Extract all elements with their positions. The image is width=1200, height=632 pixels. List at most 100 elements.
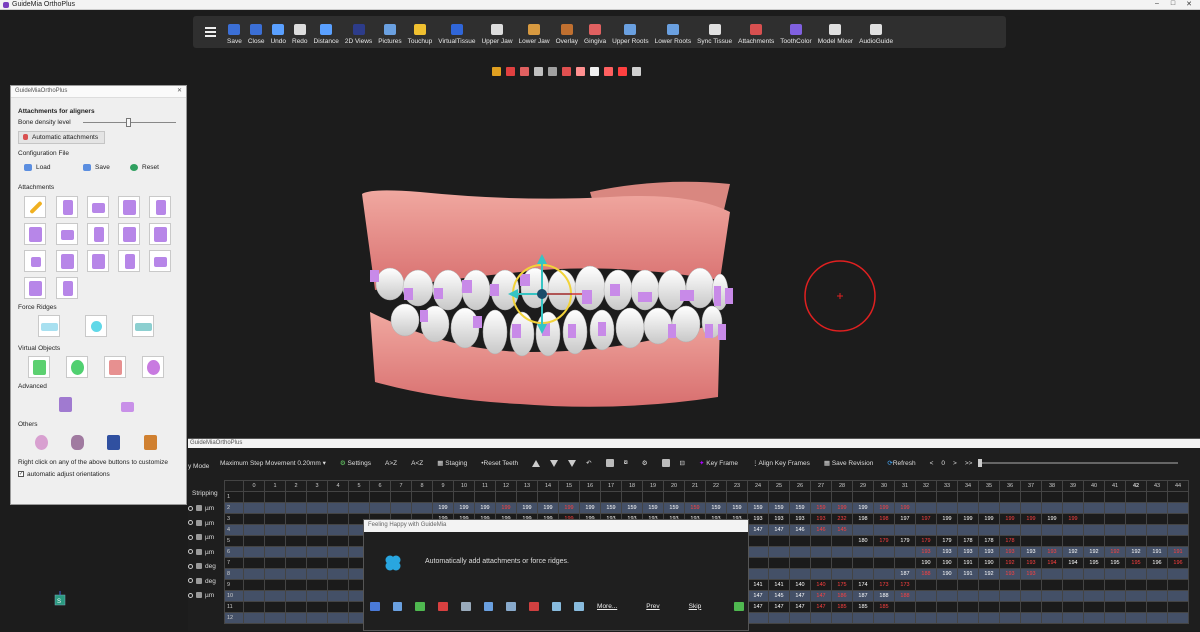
grid-cell[interactable] xyxy=(243,579,265,591)
column-header[interactable]: 16 xyxy=(579,480,601,492)
grid-cell[interactable] xyxy=(264,590,286,602)
grid-cell[interactable] xyxy=(915,579,937,591)
grid-cell[interactable] xyxy=(1020,535,1042,547)
grid-cell[interactable]: 193 xyxy=(1020,557,1042,569)
grid-cell[interactable] xyxy=(999,590,1021,602)
toolbar-distance-button[interactable]: Distance xyxy=(311,16,342,48)
column-header[interactable]: 44 xyxy=(1167,480,1189,492)
grid-cell[interactable] xyxy=(1020,579,1042,591)
grid-cell[interactable] xyxy=(306,601,328,613)
grid-cell[interactable] xyxy=(1041,612,1063,624)
grid-cell[interactable]: 178 xyxy=(957,535,979,547)
attachment-shape-10-button[interactable] xyxy=(149,223,171,245)
grid-cell[interactable]: 191 xyxy=(1167,546,1189,558)
grid-cell[interactable] xyxy=(1041,590,1063,602)
grid-cell[interactable]: 186 xyxy=(831,590,853,602)
column-header[interactable]: 19 xyxy=(642,480,664,492)
grid-cell[interactable] xyxy=(684,491,706,503)
grid-cell[interactable] xyxy=(1041,579,1063,591)
force-ridge-1-button[interactable] xyxy=(38,315,60,337)
prev-stage-button[interactable]: < xyxy=(930,460,934,467)
grid-cell[interactable] xyxy=(1167,502,1189,514)
grid-cell[interactable]: 159 xyxy=(789,502,811,514)
grid-cell[interactable]: 193 xyxy=(957,546,979,558)
grid-cell[interactable] xyxy=(243,502,265,514)
grid-cell[interactable] xyxy=(264,491,286,503)
grid-cell[interactable] xyxy=(390,491,412,503)
grid-cell[interactable] xyxy=(1167,601,1189,613)
minimize-icon[interactable]: – xyxy=(1150,0,1164,7)
grid-cell[interactable] xyxy=(264,557,286,569)
grid-cell[interactable] xyxy=(285,557,307,569)
grid-cell[interactable] xyxy=(243,612,265,624)
grid-cell[interactable] xyxy=(894,546,916,558)
grid-cell[interactable] xyxy=(327,513,349,525)
grid-cell[interactable] xyxy=(831,612,853,624)
checkbox-checked-icon[interactable]: ✓ xyxy=(18,471,24,478)
grid-cell[interactable] xyxy=(1146,524,1168,536)
grid-cell[interactable] xyxy=(243,524,265,536)
movement-row-2[interactable]: µm xyxy=(188,520,214,527)
grid-cell[interactable]: 199 xyxy=(1041,513,1063,525)
max-step-value[interactable]: 0.20mm xyxy=(297,460,320,467)
grid-cell[interactable]: 191 xyxy=(1146,546,1168,558)
grid-cell[interactable]: 195 xyxy=(1125,557,1147,569)
grid-cell[interactable] xyxy=(1125,590,1147,602)
grid-cell[interactable] xyxy=(306,524,328,536)
column-header[interactable]: 8 xyxy=(411,480,433,492)
grid-cell[interactable] xyxy=(1146,513,1168,525)
grid-cell[interactable] xyxy=(768,491,790,503)
grid-cell[interactable] xyxy=(1125,579,1147,591)
calendar-icon[interactable] xyxy=(661,459,670,467)
people-tip-icon[interactable] xyxy=(574,601,585,611)
toolbar-undo-button[interactable]: Undo xyxy=(267,16,289,48)
grid-cell[interactable]: 195 xyxy=(1104,557,1126,569)
force-ridge-3-button[interactable] xyxy=(132,315,154,337)
column-header[interactable]: 7 xyxy=(390,480,412,492)
advanced-1-button[interactable] xyxy=(55,394,77,416)
undo-stage-icon[interactable]: ↶ xyxy=(586,459,591,467)
grid-cell[interactable] xyxy=(1104,612,1126,624)
grid-cell[interactable] xyxy=(1062,590,1084,602)
toolbar-touchup-button[interactable]: Touchup xyxy=(405,16,436,48)
grid-cell[interactable] xyxy=(936,524,958,536)
orientation-cube-icon[interactable]: S xyxy=(53,591,67,607)
grid-cell[interactable]: 141 xyxy=(747,579,769,591)
grid-cell[interactable]: 192 xyxy=(978,568,1000,580)
attachment-shape-16-button[interactable] xyxy=(24,277,46,299)
grid-cell[interactable]: 187 xyxy=(894,568,916,580)
grid-cell[interactable] xyxy=(1167,535,1189,547)
grid-cell[interactable] xyxy=(411,502,433,514)
grid-cell[interactable]: 187 xyxy=(852,590,874,602)
grid-cell[interactable] xyxy=(957,491,979,503)
radio-icon[interactable] xyxy=(188,520,193,526)
grid-cell[interactable]: 141 xyxy=(768,579,790,591)
stage-slider-handle[interactable] xyxy=(978,459,983,467)
grid-cell[interactable] xyxy=(1062,491,1084,503)
grid-cell[interactable]: 147 xyxy=(810,601,832,613)
grid-cell[interactable] xyxy=(1062,535,1084,547)
grid-cell[interactable] xyxy=(1062,579,1084,591)
grid-cell[interactable]: 196 xyxy=(1146,557,1168,569)
grid-cell[interactable]: 199 xyxy=(558,502,580,514)
attachment-shape-17-button[interactable] xyxy=(56,277,78,299)
automatic-attachments-button[interactable]: Automatic attachments xyxy=(18,131,106,144)
grid-cell[interactable] xyxy=(579,491,601,503)
slider-handle[interactable] xyxy=(126,118,131,127)
column-header[interactable]: 42 xyxy=(1125,480,1147,492)
toolbar-attachments-button[interactable]: Attachments xyxy=(735,16,777,48)
column-header[interactable]: 1 xyxy=(264,480,286,492)
column-header[interactable]: 21 xyxy=(684,480,706,492)
grid-cell[interactable] xyxy=(1104,524,1126,536)
grid-cell[interactable] xyxy=(831,568,853,580)
grid-cell[interactable]: 180 xyxy=(852,535,874,547)
grid-cell[interactable] xyxy=(1146,502,1168,514)
grid-cell[interactable] xyxy=(1020,612,1042,624)
grid-cell[interactable] xyxy=(1104,568,1126,580)
next-stage-button[interactable]: > xyxy=(953,460,957,467)
grid-cell[interactable] xyxy=(1041,535,1063,547)
grid-cell[interactable] xyxy=(936,579,958,591)
grid-cell[interactable] xyxy=(705,491,727,503)
grid-cell[interactable] xyxy=(873,557,895,569)
grid-cell[interactable] xyxy=(306,568,328,580)
